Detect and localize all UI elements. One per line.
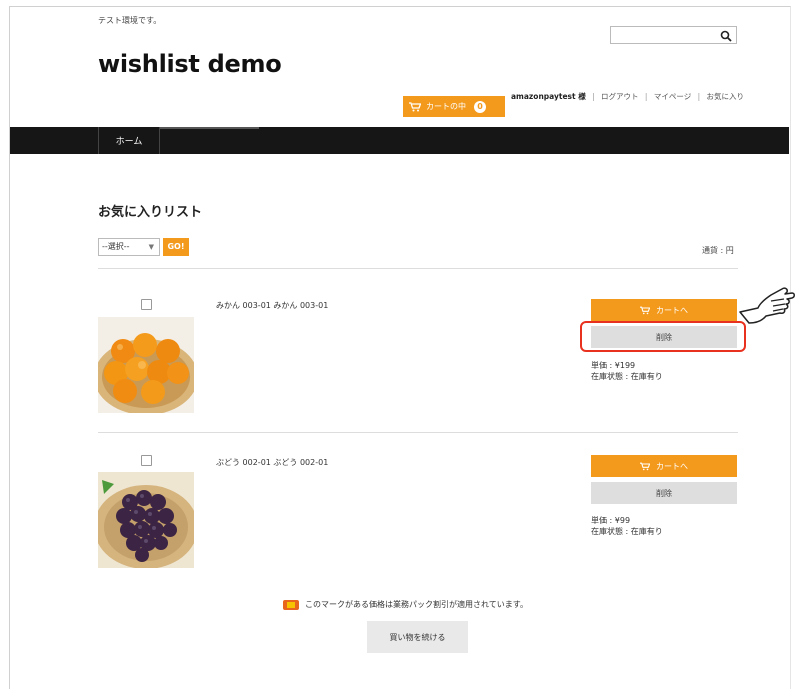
search-icon[interactable]	[720, 30, 732, 42]
add-to-cart-label: カートへ	[656, 305, 688, 315]
add-to-cart-button[interactable]: カートへ	[591, 299, 737, 321]
pointing-hand-icon	[739, 287, 795, 324]
user-nav: amazonpaytest 様 | ログアウト | マイページ | お気に入り	[511, 92, 745, 101]
item-name[interactable]: みかん 003-01 みかん 003-01	[216, 300, 328, 311]
product-image-budou[interactable]	[98, 472, 194, 568]
item-name[interactable]: ぶどう 002-01 ぶどう 002-01	[216, 457, 328, 468]
item-stock: 在庫状態 : 在庫有り	[591, 372, 663, 381]
nav-divider	[160, 127, 259, 129]
highlight-annotation	[580, 321, 746, 352]
cart-icon	[640, 306, 650, 314]
product-image-mikan[interactable]	[98, 317, 194, 413]
item-checkbox[interactable]	[141, 299, 152, 310]
add-to-cart-button[interactable]: カートへ	[591, 455, 737, 477]
logout-link[interactable]: ログアウト	[601, 92, 639, 101]
cart-icon	[640, 462, 650, 470]
item-checkbox[interactable]	[141, 455, 152, 466]
currency-label: 通貨 : 円	[702, 246, 734, 255]
search-input[interactable]	[610, 26, 737, 44]
cart-button-label: カートの中	[426, 102, 466, 111]
main-navbar: ホーム	[10, 127, 789, 154]
discount-mark-icon	[283, 599, 299, 610]
item-info: 単価 : ¥199 在庫状態 : 在庫有り	[591, 360, 663, 382]
test-environment-notice: テスト環境です。	[98, 16, 162, 25]
bulk-action-value: --選択--	[102, 242, 130, 251]
divider	[98, 432, 738, 433]
chevron-down-icon: ▼	[148, 243, 154, 251]
discount-legend: このマークがある価格は業務パック割引が適用されています。	[283, 599, 528, 610]
add-to-cart-label: カートへ	[656, 461, 688, 471]
nav-tab-home[interactable]: ホーム	[98, 127, 160, 154]
mypage-link[interactable]: マイページ	[654, 92, 691, 101]
cart-count-badge: 0	[474, 100, 486, 113]
go-button[interactable]: GO!	[163, 238, 189, 256]
item-price: 単価 : ¥199	[591, 361, 636, 370]
item-info: 単価 : ¥99 在庫状態 : 在庫有り	[591, 515, 663, 537]
favorites-link[interactable]: お気に入り	[707, 92, 745, 101]
page-title: お気に入りリスト	[98, 205, 203, 220]
delete-button[interactable]: 削除	[591, 482, 737, 504]
continue-shopping-button[interactable]: 買い物を続ける	[367, 621, 468, 653]
cart-icon	[409, 101, 421, 111]
site-title[interactable]: wishlist demo	[98, 50, 282, 78]
discount-legend-text: このマークがある価格は業務パック割引が適用されています。	[305, 600, 528, 609]
divider	[98, 268, 738, 269]
item-price: 単価 : ¥99	[591, 516, 631, 525]
cart-button[interactable]: カートの中 0	[403, 96, 505, 117]
user-name: amazonpaytest 様	[511, 92, 586, 101]
bulk-action-select[interactable]: --選択-- ▼	[98, 238, 160, 256]
item-stock: 在庫状態 : 在庫有り	[591, 527, 663, 536]
